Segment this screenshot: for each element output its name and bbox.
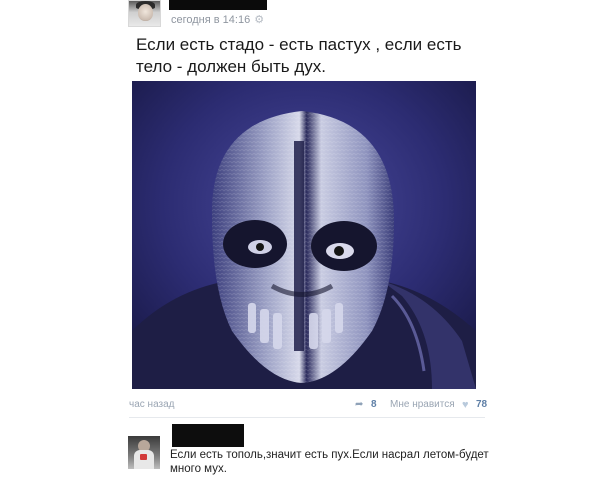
post-time-ago[interactable]: час назад — [129, 398, 175, 412]
masked-figure-illustration — [132, 81, 476, 389]
post-author-avatar[interactable] — [128, 0, 161, 27]
post-image[interactable] — [132, 81, 476, 389]
heart-icon[interactable]: ♥ — [462, 398, 469, 412]
comment-author-name-redacted[interactable] — [172, 424, 244, 447]
avatar-badge — [140, 454, 147, 460]
comment-text: Если есть тополь,значит есть пух.Если на… — [170, 449, 489, 475]
post-timestamp[interactable]: сегодня в 14:16 ⚙ — [171, 14, 264, 27]
avatar-face — [138, 4, 153, 21]
share-count[interactable]: 8 — [371, 398, 377, 412]
divider — [129, 417, 485, 418]
post-meta-row: час назад ➦ 8 Мне нравится ♥ 78 — [129, 398, 489, 414]
post-timestamp-text: сегодня в 14:16 — [171, 14, 251, 26]
post-text: Если есть стадо - есть пастух , если ест… — [136, 35, 462, 76]
post-author-name-redacted[interactable] — [169, 0, 267, 10]
share-icon[interactable]: ➦ — [355, 398, 363, 412]
gear-icon[interactable]: ⚙ — [254, 14, 264, 26]
comment-author-avatar[interactable] — [128, 436, 160, 469]
like-button-label[interactable]: Мне нравится — [390, 398, 455, 412]
like-count[interactable]: 78 — [476, 398, 487, 412]
